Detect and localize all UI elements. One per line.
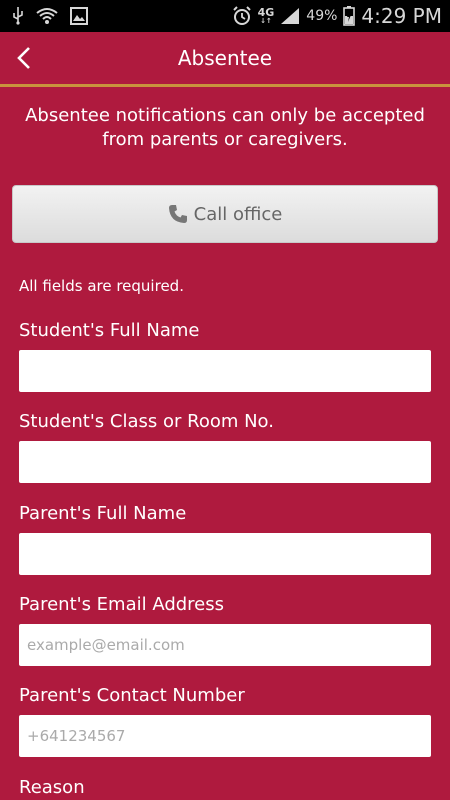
back-button[interactable] <box>10 44 38 72</box>
required-fields-note: All fields are required. <box>19 277 184 295</box>
clock: 4:29 PM <box>361 4 442 28</box>
parent-email-input[interactable] <box>19 624 431 666</box>
student-name-label: Student's Full Name <box>19 320 200 341</box>
phone-icon <box>168 205 187 223</box>
parent-name-label: Parent's Full Name <box>19 503 187 524</box>
call-office-label: Call office <box>193 203 283 225</box>
student-class-label: Student's Class or Room No. <box>19 411 274 432</box>
student-class-input[interactable] <box>19 441 431 483</box>
reason-label: Reason <box>19 777 85 798</box>
wifi-icon <box>36 7 58 25</box>
call-office-button[interactable]: Call office <box>12 185 438 243</box>
parent-phone-label: Parent's Contact Number <box>19 685 245 706</box>
status-bar: 4G ↓↑ 49% 4:29 PM <box>0 0 450 32</box>
image-icon <box>70 7 88 25</box>
page-title: Absentee <box>177 46 273 70</box>
battery-percentage: 49% <box>306 8 338 24</box>
network-type: 4G ↓↑ <box>257 5 275 25</box>
usb-icon <box>12 7 24 25</box>
student-name-input[interactable] <box>19 350 431 392</box>
chevron-left-icon <box>17 47 30 69</box>
data-arrows-icon: ↓↑ <box>260 16 272 25</box>
battery-charging-icon <box>343 6 356 26</box>
alarm-icon <box>232 6 252 26</box>
parent-email-label: Parent's Email Address <box>19 594 225 615</box>
signal-icon <box>280 7 300 25</box>
absentee-notice: Absentee notifications can only be accep… <box>25 105 425 150</box>
parent-name-input[interactable] <box>19 533 431 575</box>
header-divider <box>0 84 450 87</box>
parent-phone-input[interactable] <box>19 715 431 757</box>
app-header: Absentee <box>0 32 450 84</box>
